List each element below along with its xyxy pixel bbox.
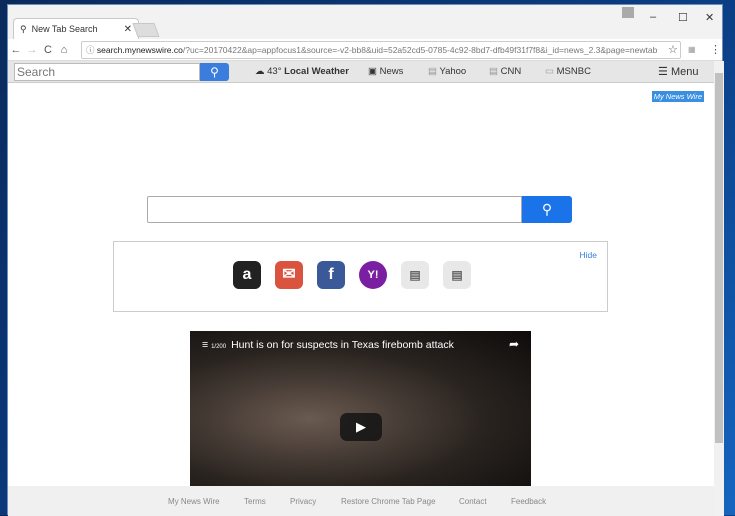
home-icon[interactable]: ⌂ bbox=[56, 44, 72, 56]
cnn-link[interactable]: ▤ CNN bbox=[489, 66, 521, 77]
yahoo-icon[interactable]: Y! bbox=[359, 261, 387, 289]
video-title[interactable]: Hunt is on for suspects in Texas firebom… bbox=[231, 339, 454, 351]
menu-label: Menu bbox=[670, 66, 699, 78]
msnbc-icon: ▭ bbox=[545, 66, 554, 77]
weather-link[interactable]: ☁ 43° Local Weather bbox=[255, 66, 349, 77]
playlist-icon[interactable]: ≡ bbox=[202, 339, 208, 351]
video-counter: 1/200 bbox=[211, 344, 227, 350]
news-link[interactable]: ▣ News bbox=[368, 66, 403, 77]
back-icon[interactable]: ← bbox=[8, 44, 24, 56]
newspaper-icon[interactable]: ▤ bbox=[401, 261, 429, 289]
close-window-button[interactable]: ✕ bbox=[705, 11, 714, 24]
address-bar-row: ← → C ⌂ ⓘ search.mynewswire.co/?uc=20170… bbox=[8, 39, 722, 61]
yahoo-label: Yahoo bbox=[439, 66, 467, 77]
chrome-menu-icon[interactable]: ⋮ bbox=[710, 43, 721, 56]
extension-toolbar: Search ⚲ ☁ 43° Local Weather ▣ News ▤ Ya… bbox=[8, 61, 714, 83]
shortcuts-panel: Hide a ✉ f Y! ▤ ▤ bbox=[113, 241, 608, 312]
tab-bar: ⚲ New Tab Search ✕ – ☐ ✕ bbox=[8, 5, 722, 39]
cnn-label: CNN bbox=[500, 66, 522, 77]
weather-label: Local Weather bbox=[284, 66, 349, 77]
scrollbar[interactable] bbox=[714, 61, 724, 516]
play-button[interactable]: ▶ bbox=[340, 413, 382, 441]
gmail-icon[interactable]: ✉ bbox=[275, 261, 303, 289]
cnn-icon: ▤ bbox=[489, 66, 498, 77]
news-label: News bbox=[379, 66, 404, 77]
toolbar-search-button[interactable]: ⚲ bbox=[200, 63, 229, 81]
msnbc-label: MSNBC bbox=[556, 66, 591, 77]
minimize-button[interactable]: – bbox=[650, 11, 656, 23]
forward-icon[interactable]: → bbox=[24, 44, 40, 56]
newspaper-icon[interactable]: ▤ bbox=[443, 261, 471, 289]
hamburger-icon: ☰ bbox=[658, 66, 668, 78]
browser-window: ⚲ New Tab Search ✕ – ☐ ✕ ← → C ⌂ ⓘ searc… bbox=[7, 4, 724, 516]
msnbc-link[interactable]: ▭ MSNBC bbox=[545, 66, 591, 77]
new-tab-button[interactable] bbox=[132, 23, 160, 37]
extension-icon[interactable]: ▦ bbox=[688, 45, 696, 54]
search-icon: ⚲ bbox=[210, 65, 219, 79]
video-player[interactable]: ≡ 1/200 Hunt is on for suspects in Texas … bbox=[190, 331, 531, 486]
footer-link-my-news-wire[interactable]: My News Wire bbox=[168, 497, 220, 506]
toolbar-search-input[interactable]: Search bbox=[14, 63, 200, 81]
search-icon: ⚲ bbox=[541, 201, 553, 217]
footer-link-restore[interactable]: Restore Chrome Tab Page bbox=[341, 497, 436, 506]
footer-link-feedback[interactable]: Feedback bbox=[511, 497, 546, 506]
weather-icon: ☁ bbox=[255, 66, 265, 77]
yahoo-icon: ▤ bbox=[428, 66, 437, 77]
page-content: My News Wire ⚲ Hide a ✉ f Y! ▤ ▤ ≡ 1/200… bbox=[8, 83, 714, 486]
yahoo-link[interactable]: ▤ Yahoo bbox=[428, 66, 466, 77]
main-search-input[interactable] bbox=[147, 196, 522, 223]
url-path: /?uc=20170422&ap=appfocus1&source=-v2-bb… bbox=[182, 45, 658, 55]
search-icon: ⚲ bbox=[20, 23, 27, 34]
footer-link-terms[interactable]: Terms bbox=[244, 497, 266, 506]
footer: My News Wire Terms Privacy Restore Chrom… bbox=[8, 486, 714, 516]
maximize-button[interactable]: ☐ bbox=[678, 11, 688, 24]
tab-title: New Tab Search bbox=[31, 24, 98, 34]
reload-icon[interactable]: C bbox=[40, 44, 56, 56]
url-domain: search.mynewswire.co bbox=[96, 45, 183, 55]
profile-icon[interactable] bbox=[622, 7, 634, 18]
close-tab-icon[interactable]: ✕ bbox=[124, 24, 132, 35]
bookmark-star-icon[interactable]: ☆ bbox=[668, 43, 678, 56]
news-icon: ▣ bbox=[368, 66, 377, 77]
share-icon[interactable]: ➦ bbox=[509, 337, 519, 351]
scrollbar-thumb[interactable] bbox=[715, 73, 723, 443]
url-field[interactable]: ⓘ search.mynewswire.co/?uc=20170422&ap=a… bbox=[81, 41, 681, 59]
amazon-icon[interactable]: a bbox=[233, 261, 261, 289]
main-search-button[interactable]: ⚲ bbox=[522, 196, 572, 223]
brand-logo[interactable]: My News Wire bbox=[651, 91, 704, 102]
footer-link-contact[interactable]: Contact bbox=[459, 497, 487, 506]
video-title-bar: ≡ 1/200 Hunt is on for suspects in Texas … bbox=[202, 339, 454, 351]
temperature: 43° bbox=[267, 66, 282, 77]
footer-link-privacy[interactable]: Privacy bbox=[290, 497, 316, 506]
tab-new-tab-search[interactable]: ⚲ New Tab Search ✕ bbox=[13, 18, 139, 39]
facebook-icon[interactable]: f bbox=[317, 261, 345, 289]
hide-link[interactable]: Hide bbox=[580, 250, 597, 260]
menu-button[interactable]: ☰ Menu bbox=[658, 65, 698, 78]
